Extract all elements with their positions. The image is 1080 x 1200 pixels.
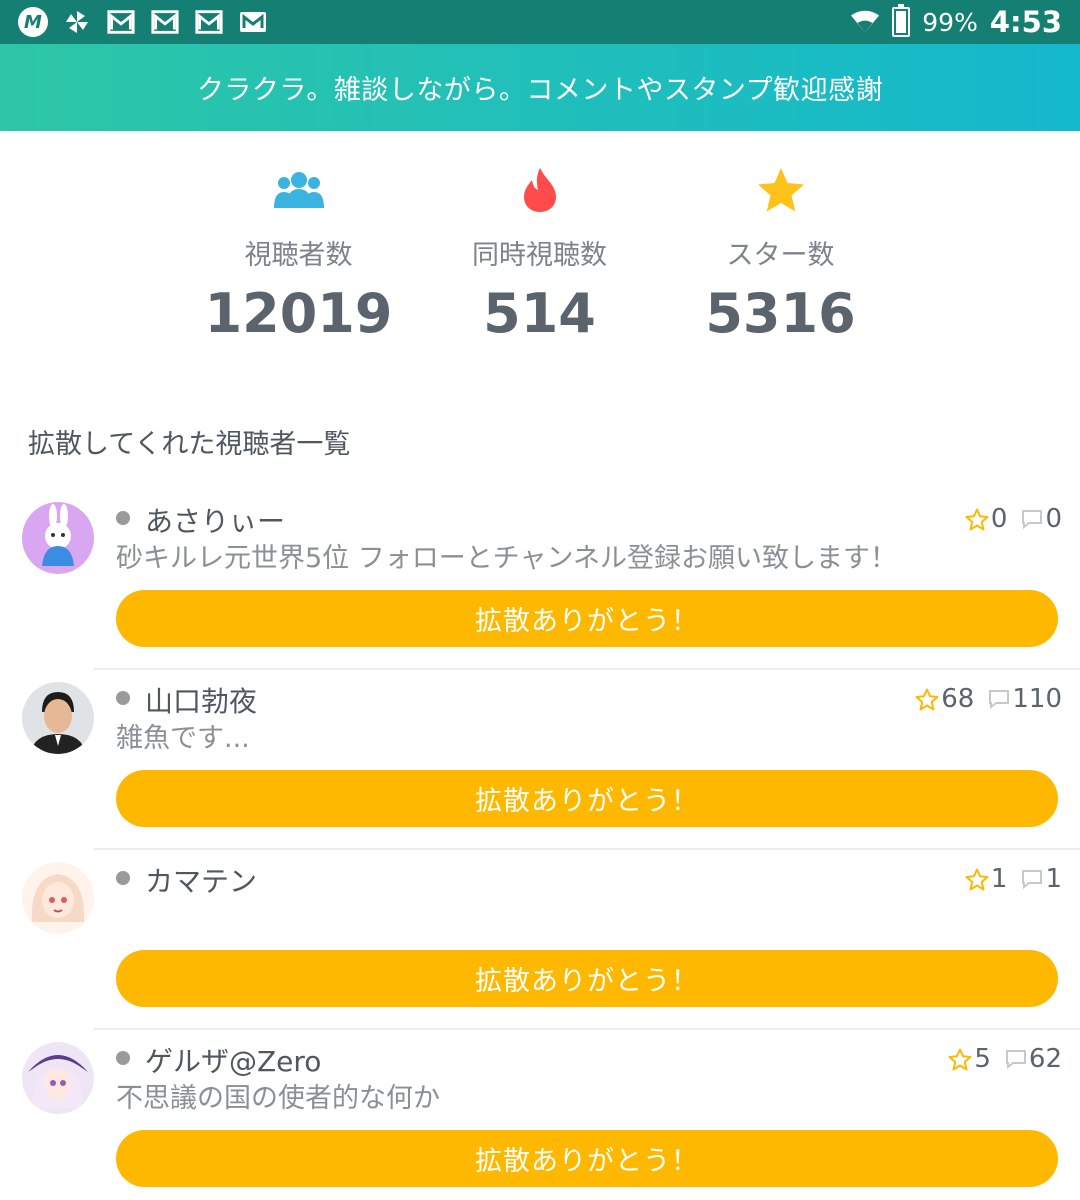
star-count-value: 1 — [990, 864, 1008, 894]
status-right: 99% 4:53 — [850, 4, 1062, 39]
status-dot — [116, 691, 130, 705]
star-count-value: 0 — [990, 504, 1008, 534]
comment-icon — [1022, 510, 1043, 529]
comment-count: 0 — [1021, 504, 1062, 534]
stat-viewers: 視聴者数 12019 — [178, 165, 419, 345]
thanks-for-sharing-button[interactable]: 拡散ありがとう！ — [116, 590, 1058, 647]
stat-value: 12019 — [204, 282, 393, 345]
viewer-counts: 5 62 — [948, 1044, 1062, 1074]
star-count: 1 — [965, 864, 1008, 894]
list-item: あさりぃー 砂キルレ元世界5位 フォローとチャンネル登録お願い致します！ 0 0… — [0, 490, 1080, 670]
flame-icon — [523, 165, 557, 215]
avatar[interactable] — [22, 862, 94, 934]
gallery-notification-icon — [106, 7, 136, 37]
star-outline-icon — [965, 868, 989, 890]
comment-count-value: 62 — [1028, 1044, 1062, 1074]
section-title: 拡散してくれた視聴者一覧 — [28, 429, 351, 460]
viewer-name[interactable]: カマテン — [145, 860, 257, 900]
battery-icon — [892, 4, 911, 37]
star-count-value: 68 — [941, 684, 975, 714]
clock: 4:53 — [989, 5, 1062, 39]
viewer-counts: 1 1 — [965, 864, 1062, 894]
star-icon — [757, 165, 805, 215]
status-dot — [116, 871, 130, 885]
viewer-name[interactable]: あさりぃー — [145, 500, 285, 540]
thanks-for-sharing-button[interactable]: 拡散ありがとう！ — [116, 770, 1058, 827]
status-dot — [116, 1051, 130, 1065]
thanks-for-sharing-button[interactable]: 拡散ありがとう！ — [116, 950, 1058, 1007]
comment-icon — [989, 690, 1010, 709]
comment-icon — [1022, 870, 1043, 889]
stat-label: 同時視聴数 — [472, 240, 607, 271]
viewer-list: あさりぃー 砂キルレ元世界5位 フォローとチャンネル登録お願い致します！ 0 0… — [0, 490, 1080, 1200]
stat-value: 514 — [483, 282, 596, 345]
status-dot — [116, 511, 130, 525]
comment-count-value: 0 — [1045, 504, 1062, 534]
list-item: 山口勃夜 雑魚です... 68 110 拡散ありがとう！ — [0, 670, 1080, 850]
stat-value: 5316 — [705, 282, 856, 345]
battery-percentage: 99% — [922, 7, 978, 37]
viewer-comment: 雑魚です... — [116, 723, 250, 754]
star-count-value: 5 — [974, 1044, 991, 1074]
viewer-counts: 0 0 — [965, 504, 1062, 534]
comment-count-value: 1 — [1045, 864, 1062, 894]
viewer-counts: 68 110 — [915, 684, 1062, 714]
stat-concurrent-viewers: 同時視聴数 514 — [419, 165, 660, 345]
comment-count: 62 — [1005, 1044, 1062, 1074]
stat-label: 視聴者数 — [244, 240, 353, 271]
viewer-name[interactable]: 山口勃夜 — [145, 680, 257, 720]
stat-label: スター数 — [726, 240, 835, 271]
app-notification-icon: M — [18, 7, 48, 37]
list-item: カマテン 1 1 拡散ありがとう！ — [0, 850, 1080, 1030]
stat-stars: スター数 5316 — [660, 165, 901, 345]
gallery-notification-icon — [150, 7, 180, 37]
mail-notification-icon — [238, 7, 268, 37]
avatar[interactable] — [22, 1042, 94, 1114]
viewer-comment: 砂キルレ元世界5位 フォローとチャンネル登録お願い致します！ — [116, 543, 897, 574]
star-outline-icon — [965, 508, 989, 530]
comment-icon — [1005, 1050, 1026, 1069]
status-bar: M 99% 4:53 — [0, 0, 1080, 44]
people-icon — [273, 165, 324, 215]
broadcast-title-banner: クラクラ。雑談しながら。コメントやスタンプ歓迎感謝 — [0, 44, 1080, 131]
stats-row: 視聴者数 12019 同時視聴数 514 スター数 5316 — [178, 165, 902, 345]
star-count: 68 — [915, 684, 974, 714]
wifi-icon — [850, 7, 880, 37]
gallery-notification-icon — [194, 7, 224, 37]
comment-count: 1 — [1021, 864, 1062, 894]
star-outline-icon — [948, 1048, 972, 1070]
comment-count: 110 — [988, 684, 1062, 714]
avatar[interactable] — [22, 682, 94, 754]
star-count: 5 — [948, 1044, 991, 1074]
avatar[interactable] — [22, 502, 94, 574]
comment-count-value: 110 — [1012, 684, 1062, 714]
viewer-comment: 不思議の国の使者的な何か — [116, 1083, 440, 1114]
pinwheel-icon — [62, 7, 92, 37]
status-left: M — [18, 7, 268, 37]
thanks-for-sharing-button[interactable]: 拡散ありがとう！ — [116, 1130, 1058, 1187]
viewer-name[interactable]: ゲルザ@Zero — [145, 1040, 321, 1080]
list-item: ゲルザ@Zero 不思議の国の使者的な何か 5 62 拡散ありがとう！ — [0, 1030, 1080, 1200]
star-outline-icon — [915, 688, 939, 710]
star-count: 0 — [965, 504, 1008, 534]
